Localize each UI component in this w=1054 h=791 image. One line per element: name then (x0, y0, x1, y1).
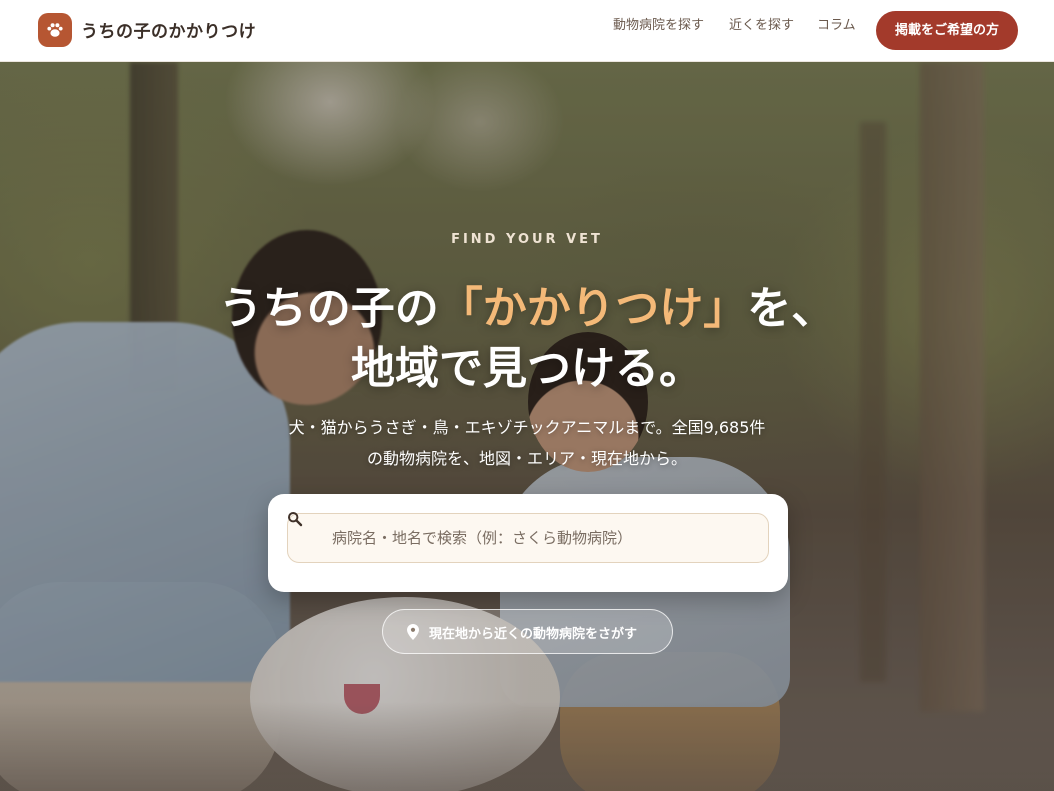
search-card (268, 494, 788, 592)
headline-text-end: を、 (747, 283, 836, 334)
hero-headline-line2: 地域で見つける。 (351, 343, 703, 394)
hero-subtitle-line1: 犬・猫からうさぎ・鳥・エキゾチックアニマルまで。全国9,685件 (288, 418, 766, 437)
nav-nearby[interactable]: 近くを探す (729, 14, 794, 33)
hero-subtitle-line2: の動物病院を、地図・エリア・現在地から。 (366, 449, 687, 468)
site-logo-text[interactable]: うちの子のかかりつけ (81, 17, 256, 42)
locate-nearby-button[interactable]: 現在地から近くの動物病院をさがす (382, 609, 673, 654)
nav-column[interactable]: コラム (817, 14, 856, 33)
hero-section: FIND YOUR VET うちの子の「かかりつけ」を、 地域で見つける。 犬・… (0, 62, 1054, 791)
headline-text: うちの子の (218, 283, 439, 334)
locate-button-label: 現在地から近くの動物病院をさがす (429, 627, 638, 642)
listing-request-button[interactable]: 掲載をご希望の方 (876, 11, 1018, 50)
hero-headline-line1: うちの子の「かかりつけ」を、 (0, 272, 1054, 336)
site-header: うちの子のかかりつけ 動物病院を探す 近くを探す コラム 掲載をご希望の方 (0, 0, 1054, 62)
hero-eyebrow: FIND YOUR VET (451, 232, 603, 247)
nav-find-hospital[interactable]: 動物病院を探す (613, 14, 704, 33)
search-icon (287, 511, 303, 531)
location-pin-icon (407, 624, 419, 644)
search-input[interactable] (287, 513, 769, 563)
paw-icon[interactable] (38, 13, 72, 47)
headline-accent: 「かかりつけ」 (438, 283, 748, 334)
